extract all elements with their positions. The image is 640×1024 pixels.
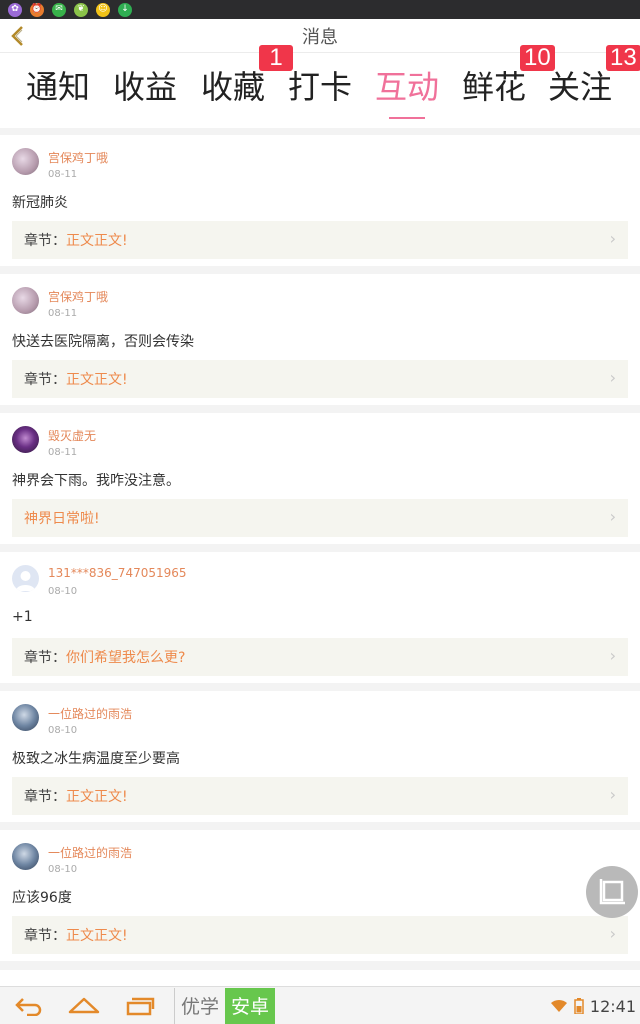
tab-following[interactable]: 关注 (548, 65, 612, 109)
system-tray: 12:41 (550, 987, 636, 1024)
active-tab-indicator (389, 117, 425, 119)
chapter-title: 正文正文! (66, 372, 128, 388)
crop-icon (599, 879, 625, 905)
tab-favorites[interactable]: 收藏 (201, 65, 265, 109)
following-badge: 13 (606, 45, 640, 71)
username[interactable]: 一位路过的雨浩 (48, 844, 132, 861)
tab-notifications[interactable]: 通知 (26, 65, 90, 109)
chapter-label: 章节： (24, 789, 66, 805)
message-content: 新冠肺炎 (12, 195, 68, 211)
nav-home-button[interactable] (56, 987, 112, 1024)
nav-recents-button[interactable] (112, 987, 168, 1024)
avatar[interactable] (12, 843, 39, 870)
leaf-icon: ❦ (74, 2, 88, 17)
ime-option-android[interactable]: 安卓 (225, 987, 276, 1024)
smiley-icon: ☺ (96, 2, 110, 17)
chapter-label: 章节： (24, 650, 66, 666)
chapter-link[interactable]: 章节： 正文正文! › (12, 777, 628, 815)
chevron-right-icon: › (609, 646, 616, 665)
message-date: 08-11 (48, 447, 78, 458)
battery-icon (574, 998, 584, 1014)
username[interactable]: 宫保鸡丁哦 (48, 149, 108, 166)
nav-back-button[interactable] (0, 987, 56, 1024)
username[interactable]: 一位路过的雨浩 (48, 705, 132, 722)
tab-checkin[interactable]: 打卡 (288, 65, 352, 109)
page-title: 消息 (302, 26, 338, 48)
chapter-link[interactable]: 章节： 正文正文! › (12, 916, 628, 954)
message-content: 快送去医院隔离，否则会传染 (12, 334, 194, 350)
message-card: 宫保鸡丁哦 08-11 新冠肺炎 章节： 正文正文! › (0, 135, 640, 266)
chapter-title: 正文正文! (66, 789, 128, 805)
app-flower-icon: ✿ (8, 2, 22, 17)
chapter-label: 章节： (24, 233, 66, 249)
message-date: 08-10 (48, 586, 78, 597)
list-end-spacer (0, 970, 640, 986)
home-icon (68, 997, 100, 1013)
chapter-link[interactable]: 章节： 正文正文! › (12, 360, 628, 398)
chapter-label: 章节： (24, 372, 66, 388)
download-icon: ↓ (118, 2, 132, 17)
message-card: 宫保鸡丁哦 08-11 快送去医院隔离，否则会传染 章节： 正文正文! › (0, 274, 640, 405)
message-date: 08-11 (48, 169, 78, 180)
message-content: 应该96度 (12, 890, 72, 906)
message-card: 毁灭虚无 08-11 神界会下雨。我咋没注意。 神界日常啦! › (0, 413, 640, 544)
chapter-title: 神界日常啦! (24, 511, 100, 527)
tab-earnings[interactable]: 收益 (113, 65, 177, 109)
ime-option-youxue[interactable]: 优学 (174, 987, 225, 1024)
chapter-title: 正文正文! (66, 233, 128, 249)
message-date: 08-10 (48, 725, 78, 736)
username[interactable]: 131***836_747051965 (48, 566, 187, 580)
avatar[interactable] (12, 704, 39, 731)
chevron-right-icon: › (609, 368, 616, 387)
avatar[interactable] (12, 426, 39, 453)
tab-bar: 通知 收益 收藏 1 打卡 互动 鲜花 10 关注 13 (0, 45, 640, 128)
tab-interaction[interactable]: 互动 (375, 65, 439, 109)
screenshot-button[interactable] (586, 866, 638, 918)
back-button[interactable] (4, 21, 30, 51)
chapter-label: 章节： (24, 928, 66, 944)
system-nav-bar: 优学 安卓 12:41 (0, 986, 640, 1024)
chevron-right-icon: › (609, 229, 616, 248)
avatar[interactable] (12, 287, 39, 314)
chapter-title: 正文正文! (66, 928, 128, 944)
message-content: +1 (12, 609, 33, 625)
avatar[interactable] (12, 565, 39, 592)
username[interactable]: 毁灭虚无 (48, 427, 96, 444)
message-content: 神界会下雨。我咋没注意。 (12, 473, 180, 489)
chapter-link[interactable]: 章节： 你们希望我怎么更? › (12, 638, 628, 676)
avatar[interactable] (12, 148, 39, 175)
clock: 12:41 (589, 996, 636, 1016)
message-card: 一位路过的雨浩 08-10 极致之冰生病温度至少要高 章节： 正文正文! › (0, 691, 640, 822)
chapter-link[interactable]: 章节： 正文正文! › (12, 221, 628, 259)
message-content: 极致之冰生病温度至少要高 (12, 751, 180, 767)
status-bar: ✿ ⏰ ✉ ❦ ☺ ↓ (0, 0, 640, 19)
alarm-icon: ⏰ (30, 2, 44, 17)
chevron-right-icon: › (609, 924, 616, 943)
chevron-left-icon (11, 26, 23, 46)
username[interactable]: 宫保鸡丁哦 (48, 288, 108, 305)
default-avatar-icon (16, 571, 35, 591)
tab-flowers[interactable]: 鲜花 (462, 65, 526, 109)
back-arrow-icon (15, 997, 42, 1016)
chapter-link[interactable]: 神界日常啦! › (12, 499, 628, 537)
message-date: 08-11 (48, 308, 78, 319)
chapter-title: 你们希望我怎么更? (66, 650, 186, 666)
message-card: 131***836_747051965 08-10 +1 章节： 你们希望我怎么… (0, 552, 640, 683)
chevron-right-icon: › (609, 507, 616, 526)
chevron-right-icon: › (609, 785, 616, 804)
message-date: 08-10 (48, 864, 78, 875)
chat-icon: ✉ (52, 2, 66, 17)
message-card: 一位路过的雨浩 08-10 应该96度 章节： 正文正文! › (0, 830, 640, 961)
wifi-icon (550, 999, 567, 1012)
recents-icon (126, 997, 155, 1015)
